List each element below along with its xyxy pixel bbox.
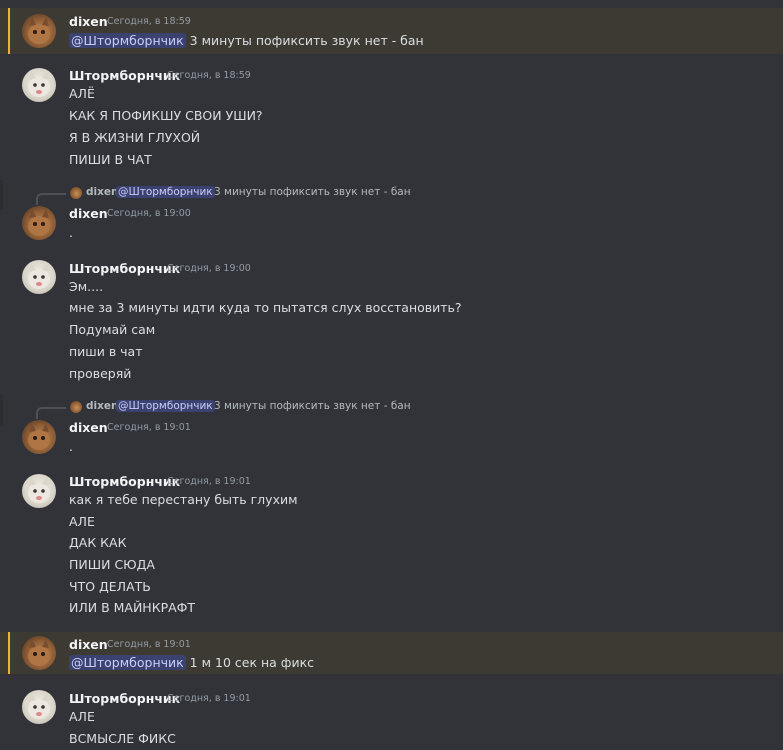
chat-message-list: dixen Сегодня, в 18:59 @Штормборнчик 3 м…: [0, 0, 783, 750]
message-line: проверяй: [69, 366, 132, 381]
message-line: 3 минуты пофиксить звук нет - бан: [189, 33, 424, 48]
reply-text[interactable]: 3 минуты пофиксить звук нет - бан: [214, 186, 411, 198]
author-name[interactable]: Штормборнчик: [69, 68, 180, 83]
message-line: ЧТО ДЕЛАТЬ: [69, 579, 151, 594]
scrollbar-edge[interactable]: [0, 395, 3, 425]
message-line: АЛЕ: [69, 514, 95, 529]
reply-mention[interactable]: @Штормборнчик: [116, 400, 215, 412]
reply-spine: [36, 193, 66, 205]
message-timestamp: Сегодня, в 19:01: [107, 422, 191, 433]
message-text: @Штормборнчик 1 м 10 сек на фикс: [69, 655, 314, 670]
message-line: АЛЕ: [69, 709, 95, 724]
avatar[interactable]: [22, 206, 56, 240]
message-line: ПИШИ СЮДА: [69, 557, 155, 572]
author-name[interactable]: Штормборнчик: [69, 691, 180, 706]
reply-avatar: [70, 187, 82, 199]
message-line: .: [69, 439, 73, 454]
message-line: Подумай сам: [69, 322, 156, 337]
message-line: АЛЁ: [69, 86, 95, 101]
author-name[interactable]: dixen: [69, 206, 108, 221]
author-name[interactable]: Штормборнчик: [69, 474, 180, 489]
reply-author[interactable]: dixen: [86, 400, 118, 412]
scrollbar-edge[interactable]: [0, 180, 3, 210]
message-line: ИЛИ В МАЙНКРАФТ: [69, 600, 196, 615]
reply-author[interactable]: dixen: [86, 186, 118, 198]
message-line: 1 м 10 сек на фикс: [189, 655, 315, 670]
author-name[interactable]: dixen: [69, 637, 108, 652]
avatar[interactable]: [22, 260, 56, 294]
user-mention[interactable]: @Штормборнчик: [69, 33, 186, 48]
message-line: пиши в чат: [69, 344, 143, 359]
reply-text[interactable]: 3 минуты пофиксить звук нет - бан: [214, 400, 411, 412]
message-line: .: [69, 225, 73, 240]
message-line: мне за 3 минуты идти куда то пытатся слу…: [69, 300, 462, 315]
message-text: @Штормборнчик 3 минуты пофиксить звук не…: [69, 33, 424, 48]
user-mention[interactable]: @Штормборнчик: [69, 655, 186, 670]
message-timestamp: Сегодня, в 19:01: [167, 693, 251, 704]
author-name[interactable]: dixen: [69, 14, 108, 29]
avatar[interactable]: [22, 474, 56, 508]
message-line: ДАК КАК: [69, 535, 127, 550]
message-line: как я тебе перестану быть глухим: [69, 492, 298, 507]
message-timestamp: Сегодня, в 18:59: [107, 16, 191, 27]
message-line: ПИШИ В ЧАТ: [69, 152, 152, 167]
reply-mention[interactable]: @Штормборнчик: [116, 186, 215, 198]
author-name[interactable]: Штормборнчик: [69, 261, 180, 276]
message-timestamp: Сегодня, в 19:00: [167, 263, 251, 274]
avatar[interactable]: [22, 690, 56, 724]
message-timestamp: Сегодня, в 19:01: [167, 476, 251, 487]
avatar[interactable]: [22, 420, 56, 454]
avatar[interactable]: [22, 14, 56, 48]
reply-avatar: [70, 401, 82, 413]
message-line: ВСМЫСЛЕ ФИКС: [69, 731, 176, 746]
message-line: Я В ЖИЗНИ ГЛУХОЙ: [69, 130, 201, 145]
message-timestamp: Сегодня, в 19:01: [107, 639, 191, 650]
message-timestamp: Сегодня, в 18:59: [167, 70, 251, 81]
message-line: Эм....: [69, 279, 104, 294]
message-line: КАК Я ПОФИКШУ СВОИ УШИ?: [69, 108, 263, 123]
avatar[interactable]: [22, 68, 56, 102]
author-name[interactable]: dixen: [69, 420, 108, 435]
message-timestamp: Сегодня, в 19:00: [107, 208, 191, 219]
avatar[interactable]: [22, 636, 56, 670]
reply-spine: [36, 407, 66, 419]
